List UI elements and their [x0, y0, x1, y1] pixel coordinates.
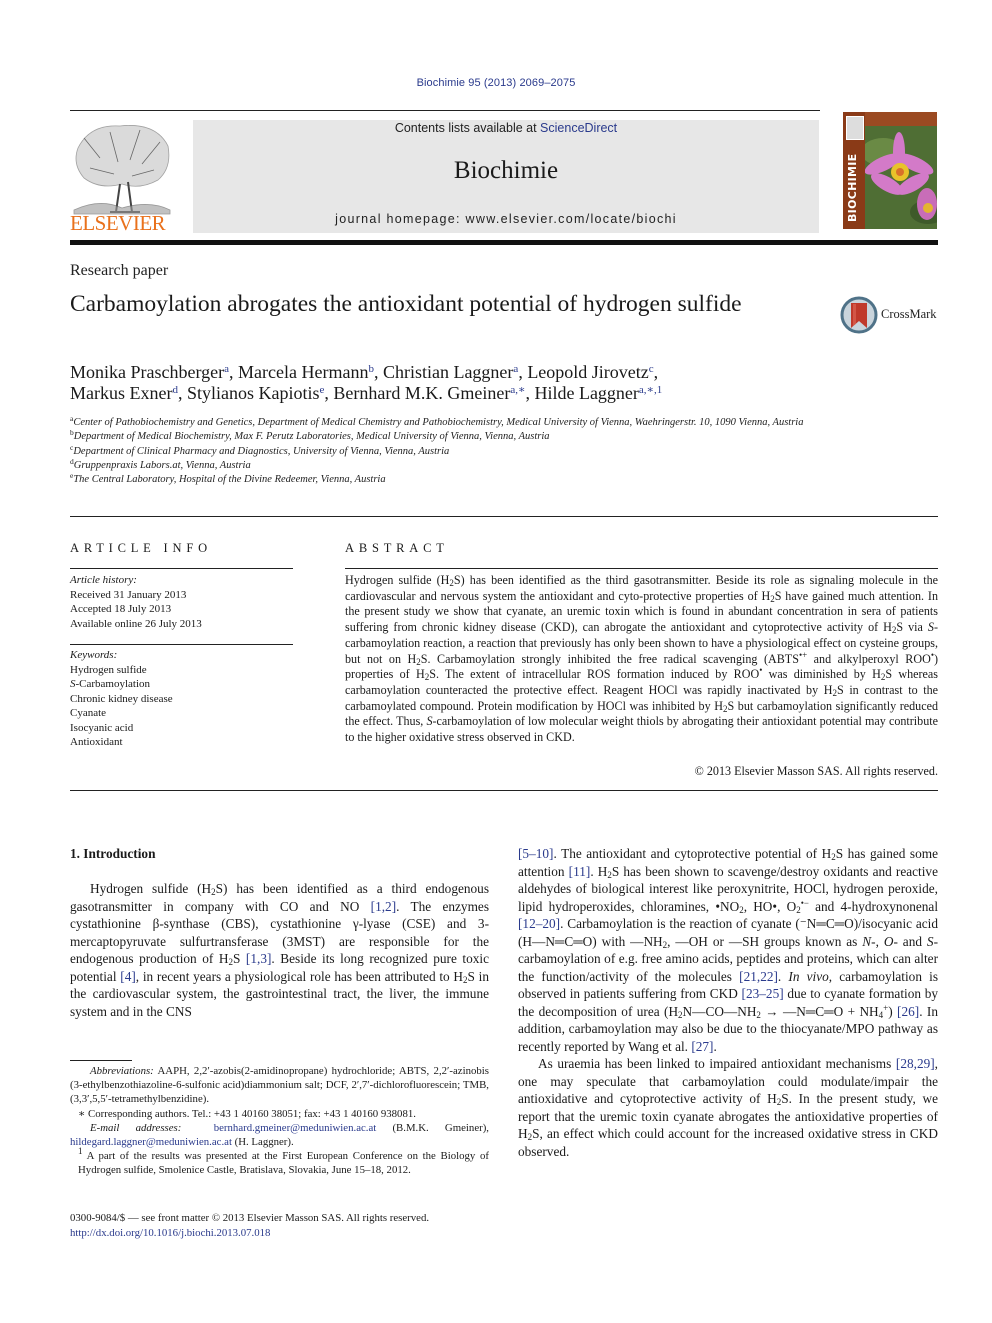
author[interactable]: Stylianos Kapiotise — [187, 383, 324, 403]
intro-column-left: Hydrogen sulfide (H2S) has been identifi… — [70, 880, 489, 1020]
history-label: Article history: — [70, 574, 137, 586]
article-title: Carbamoylation abrogates the antioxidant… — [70, 291, 742, 317]
header-rule — [70, 110, 820, 111]
keyword: Hydrogen sulfide — [70, 663, 147, 676]
citation-link[interactable]: [27] — [691, 1039, 713, 1054]
keyword: Antioxidant — [70, 736, 123, 748]
abstract-rule — [345, 568, 938, 569]
cover-topbar — [865, 112, 937, 126]
sciencedirect-link[interactable]: ScienceDirect — [540, 121, 617, 135]
article-type: Research paper — [70, 262, 169, 279]
email-link[interactable]: bernhard.gmeiner@meduniwien.ac.at — [214, 1122, 377, 1134]
keyword: S-Carbamoylation — [70, 678, 151, 690]
journal-homepage-link[interactable]: journal homepage: www.elsevier.com/locat… — [193, 212, 819, 226]
author[interactable]: Monika Praschbergera — [70, 362, 229, 382]
publisher-logo-text: ELSEVIER — [70, 211, 166, 235]
keyword: Cyanate — [70, 707, 107, 719]
author[interactable]: Hilde Laggnera,∗,1 — [534, 383, 662, 403]
section-rule — [70, 516, 938, 517]
cover-spine-title: BIOCHIMIE — [846, 153, 859, 222]
paragraph: [5–10]. The antioxidant and cytoprotecti… — [518, 846, 939, 1054]
affiliation: aCenter of Pathobiochemistry and Genetic… — [70, 414, 804, 428]
author[interactable]: Markus Exnerd — [70, 383, 178, 403]
journal-citation-link[interactable]: Biochimie 95 (2013) 2069–2075 — [0, 77, 992, 89]
contents-line: Contents lists available at ScienceDirec… — [193, 121, 819, 135]
citation-link[interactable]: [28,29] — [896, 1056, 935, 1071]
keywords: Keywords: Hydrogen sulfide S-Carbamoylat… — [70, 648, 295, 750]
author[interactable]: Marcela Hermannb — [238, 362, 374, 382]
paragraph: Hydrogen sulfide (H2S) has been identifi… — [70, 881, 490, 1019]
article-history: Article history: Received 31 January 201… — [70, 573, 295, 631]
citation-link[interactable]: [26] — [897, 1004, 919, 1019]
crossmark-icon — [840, 296, 878, 334]
citation-link[interactable]: [1,2] — [371, 899, 396, 914]
journal-cover-image[interactable]: BIOCHIMIE — [843, 112, 937, 229]
corresponding-note: ∗ Corresponding authors. Tel.: +43 1 401… — [78, 1107, 416, 1120]
cover-publisher-badge — [846, 116, 864, 140]
author[interactable]: Leopold Jirovetzc — [527, 362, 653, 382]
email-link[interactable]: hildegard.laggner@meduniwien.ac.at — [70, 1136, 232, 1148]
author[interactable]: Bernhard M.K. Gmeinera,∗ — [333, 383, 525, 403]
abbreviations-note: Abbreviations: AAPH, 2,2′-azobis(2-amidi… — [70, 1065, 489, 1106]
email-note: E-mail addresses: bernhard.gmeiner@medun… — [70, 1121, 490, 1149]
presentation-note: 1 A part of the results was presented at… — [78, 1146, 489, 1177]
author[interactable]: Christian Laggnera — [383, 362, 518, 382]
doi-link[interactable]: http://dx.doi.org/10.1016/j.biochi.2013.… — [70, 1227, 270, 1239]
affiliation: bDepartment of Medical Biochemistry, Max… — [70, 428, 550, 443]
keyword: Isocyanic acid — [70, 721, 134, 734]
article-info-heading: ARTICLE INFO — [70, 541, 212, 555]
affiliation: eThe Central Laboratory, Hospital of the… — [70, 471, 386, 486]
issn-block: 0300-9084/$ — see front matter © 2013 El… — [70, 1211, 500, 1240]
history-item: Received 31 January 2013 — [70, 588, 187, 601]
footnote-rule — [70, 1060, 132, 1061]
journal-name: Biochimie — [453, 157, 559, 184]
header-thick-rule — [70, 240, 938, 245]
intro-column-right: [5–10]. The antioxidant and cytoprotecti… — [518, 845, 938, 1160]
article-info-rule — [70, 644, 293, 645]
affiliation: dGruppenpraxis Labors.at, Vienna, Austri… — [70, 456, 251, 471]
author-list: Monika Praschbergera, Marcela Hermannb, … — [70, 362, 663, 403]
citation-link[interactable]: [23–25] — [742, 986, 784, 1001]
citation-link[interactable]: [12–20] — [518, 916, 560, 931]
citation-link[interactable]: [11] — [569, 864, 591, 879]
citation-link[interactable]: [1,3] — [246, 951, 271, 966]
history-item: Accepted 18 July 2013 — [70, 603, 172, 615]
contents-prefix: Contents lists available at — [394, 121, 541, 135]
keyword: Chronic kidney disease — [70, 692, 173, 705]
crossmark-button[interactable]: CrossMark — [840, 296, 940, 334]
history-item: Available online 26 July 2013 — [70, 617, 202, 630]
footnotes: Abbreviations: AAPH, 2,2′-azobis(2-amidi… — [70, 1064, 489, 1178]
abstract-copyright: © 2013 Elsevier Masson SAS. All rights r… — [694, 764, 938, 778]
citation-link[interactable]: [4] — [120, 969, 136, 984]
section-rule — [70, 790, 938, 791]
paragraph: As uraemia has been linked to impaired a… — [518, 1056, 938, 1159]
abstract-text: Hydrogen sulfide (H2S) has been identifi… — [345, 573, 938, 745]
citation-link[interactable]: [5–10] — [518, 846, 553, 861]
crossmark-label: CrossMark — [881, 307, 937, 321]
issn-line: 0300-9084/$ — see front matter © 2013 El… — [70, 1212, 430, 1224]
article-info-rule — [70, 568, 293, 569]
keywords-label: Keywords: — [70, 649, 118, 661]
abstract-heading: ABSTRACT — [345, 541, 449, 555]
citation-link[interactable]: [21,22] — [739, 969, 778, 984]
affiliation: cDepartment of Clinical Pharmacy and Dia… — [70, 442, 450, 457]
section-heading-introduction: 1. Introduction — [70, 846, 156, 861]
affiliations: aCenter of Pathobiochemistry and Genetic… — [70, 414, 830, 487]
